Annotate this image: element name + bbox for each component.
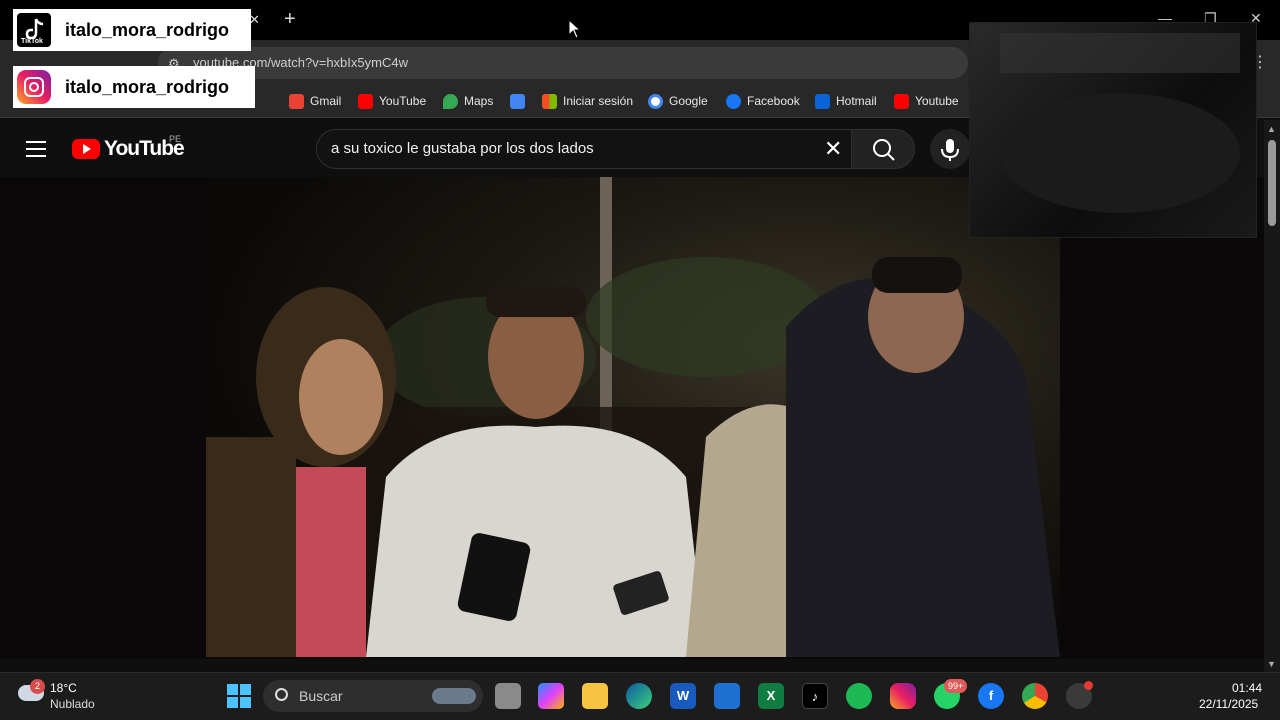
google-sites-icon [510, 93, 525, 109]
tiktok-handle: italo_mora_rodrigo [65, 19, 230, 40]
file-explorer-icon[interactable] [582, 683, 608, 709]
tiktok-label: TikTok [21, 38, 43, 45]
microsoft-store-icon[interactable] [714, 683, 740, 709]
facebook-icon [726, 93, 741, 109]
bookmark-hotmail[interactable]: Hotmail [815, 92, 877, 110]
tiktok-overlay: TikTok italo_mora_rodrigo [13, 9, 251, 51]
bookmark-youtube-2[interactable]: Youtube [894, 92, 959, 110]
whatsapp-badge: 99+ [944, 679, 968, 693]
bookmark-facebook[interactable]: Facebook [726, 92, 800, 110]
chrome-icon[interactable] [1022, 683, 1048, 709]
spotify-icon[interactable] [846, 683, 872, 709]
webcam-surface [1000, 33, 1240, 73]
search-icon [873, 139, 895, 161]
search-query-text[interactable]: a su toxico le gustaba por los dos lados [331, 140, 594, 157]
webcam-overlay [969, 22, 1257, 238]
tiktok-icon: TikTok [17, 13, 51, 47]
bookmark-label: Facebook [747, 94, 800, 108]
bookmark-label: Youtube [915, 94, 959, 108]
recording-indicator-icon [1084, 681, 1093, 690]
facebook-app-icon[interactable]: f [978, 683, 1004, 709]
youtube-logo-icon[interactable] [72, 139, 100, 159]
bookmark-label: Maps [464, 94, 494, 108]
search-button[interactable] [851, 129, 915, 169]
video-frame [206, 177, 1060, 657]
instagram-icon [17, 70, 51, 104]
video-player[interactable] [206, 177, 1060, 657]
bookmark-youtube[interactable]: YouTube [358, 92, 426, 110]
bookmark-label: Hotmail [836, 94, 877, 108]
mouse-cursor-icon [568, 19, 582, 39]
bookmark-label: Gmail [310, 94, 342, 108]
taskbar-search-placeholder[interactable]: Buscar [299, 688, 343, 704]
maps-icon [443, 93, 458, 109]
search-icon [275, 688, 288, 701]
webcam-frame [1000, 33, 1240, 213]
gmail-icon [289, 93, 304, 109]
copilot-icon[interactable] [538, 683, 564, 709]
microsoft-icon [542, 93, 557, 109]
scrollbar-thumb[interactable] [1268, 140, 1276, 226]
video-woman-face [299, 339, 383, 455]
bookmark-label: Iniciar sesión [563, 94, 634, 108]
bookmark-iniciar-sesion[interactable]: Iniciar sesión [542, 92, 633, 110]
bookmark-gmail[interactable]: Gmail [289, 92, 341, 110]
new-tab-icon[interactable]: + [284, 7, 296, 31]
excel-icon[interactable]: X [758, 683, 784, 709]
microphone-icon [941, 139, 959, 161]
edge-icon[interactable] [626, 683, 652, 709]
desktop-screen: ✕ + — ❐ ✕ ⚙ youtube.com/watch?v=hxbIx5ym… [0, 0, 1280, 720]
bookmark-label: Google [669, 94, 708, 108]
search-highlight-icon [432, 688, 476, 704]
scroll-up-icon[interactable]: ▲ [1267, 124, 1276, 134]
weather-badge: 2 [30, 679, 45, 694]
google-icon [648, 93, 663, 109]
bookmark-maps[interactable]: Maps [443, 92, 493, 110]
bookmark-g-icon[interactable] [510, 92, 531, 110]
video-woman-hair-long [206, 437, 296, 657]
clock-date[interactable]: 22/11/2025 [1199, 697, 1258, 711]
youtube-icon [358, 93, 373, 109]
weather-condition-text[interactable]: Nublado [50, 697, 95, 711]
task-view-icon[interactable] [495, 683, 521, 709]
video-man-hoodie [366, 425, 706, 657]
youtube-icon [894, 93, 909, 109]
clear-search-icon[interactable]: ✕ [824, 136, 842, 162]
outlook-icon [815, 93, 830, 109]
scroll-down-icon[interactable]: ▼ [1267, 659, 1276, 669]
menu-icon[interactable] [26, 141, 46, 157]
tiktok-app-icon[interactable]: ♪ [802, 683, 828, 709]
video-man-hair [486, 287, 586, 317]
temperature-text[interactable]: 18°C [50, 681, 77, 695]
instagram-app-icon[interactable] [890, 683, 916, 709]
webcam-object [1000, 93, 1240, 213]
bookmark-google[interactable]: Google [648, 92, 708, 110]
word-icon[interactable]: W [670, 683, 696, 709]
clock-time[interactable]: 01:44 [1232, 681, 1262, 695]
instagram-overlay: italo_mora_rodrigo [13, 66, 255, 108]
bookmark-label: YouTube [379, 94, 427, 108]
video-person-dark-hair [872, 257, 962, 293]
windows-start-icon[interactable] [227, 684, 251, 708]
region-code: PE [169, 134, 182, 144]
instagram-handle: italo_mora_rodrigo [65, 76, 230, 97]
voice-search-button[interactable] [930, 129, 970, 169]
